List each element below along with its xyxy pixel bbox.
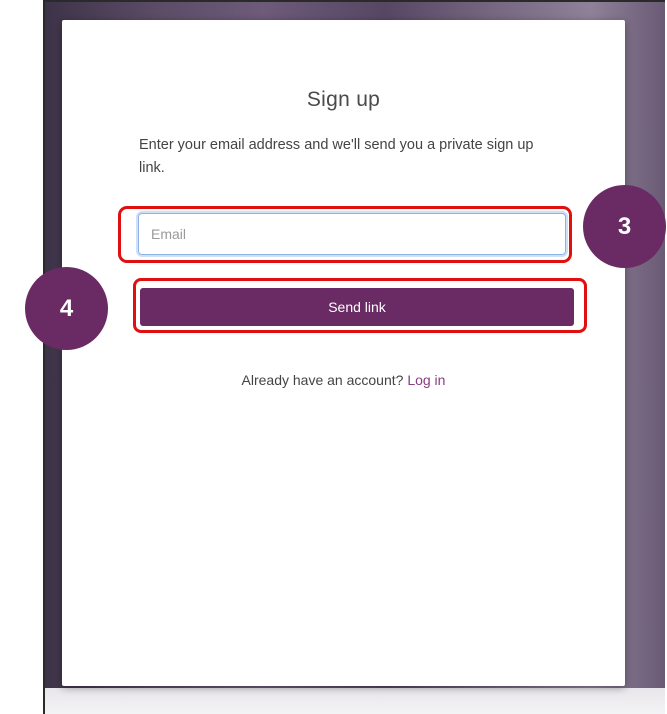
email-highlight-box bbox=[118, 206, 572, 263]
login-prompt-text: Already have an account? bbox=[241, 372, 404, 388]
signup-card bbox=[62, 20, 625, 686]
login-link[interactable]: Log in bbox=[407, 372, 445, 388]
send-link-highlight-box bbox=[133, 278, 587, 333]
step-3-badge: 3 bbox=[583, 185, 666, 268]
window-bottom-bar bbox=[45, 688, 665, 714]
signup-description: Enter your email address and we'll send … bbox=[139, 137, 534, 176]
page-title: Sign up bbox=[306, 88, 381, 111]
login-prompt-row: Already have an account? Log in bbox=[62, 372, 625, 388]
step-4-badge: 4 bbox=[25, 267, 108, 350]
